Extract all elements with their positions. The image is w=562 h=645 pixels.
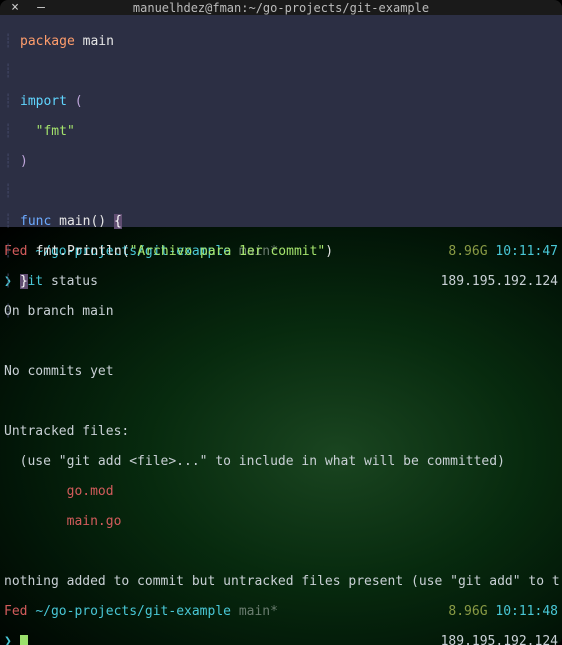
prompt-ip: 189.195.192.124	[441, 634, 558, 645]
output-line	[4, 394, 558, 409]
call-println: fmt.Println(	[36, 244, 130, 259]
ident-main: main	[83, 34, 114, 49]
brace-close: }	[20, 274, 28, 289]
terminal-cursor	[20, 635, 28, 645]
prompt-path: ~/go-projects/git-example	[35, 604, 231, 619]
output-line: main.go	[4, 514, 558, 529]
prompt-time: 10:11:48	[495, 604, 558, 619]
prompt-line: Fed ~/go-projects/git-example main* 8.96G…	[4, 604, 558, 619]
brace-open: {	[114, 214, 122, 229]
ident-func-main: main()	[59, 214, 106, 229]
output-line	[4, 544, 558, 559]
prompt-symbol: ❯	[4, 634, 12, 645]
output-line: go.mod	[4, 484, 558, 499]
string-literal: "Archivo para 1er commit"	[130, 244, 326, 259]
prompt-load: 8.96G	[448, 604, 487, 619]
keyword-func: func	[20, 214, 51, 229]
output-line: No commits yet	[4, 364, 558, 379]
paren-close: )	[20, 154, 28, 169]
keyword-package: package	[20, 34, 75, 49]
paren-open: (	[75, 94, 83, 109]
untracked-file: main.go	[67, 514, 122, 529]
untracked-file: go.mod	[67, 484, 114, 499]
keyword-import: import	[20, 94, 67, 109]
paren-close-call: )	[325, 244, 333, 259]
output-line: (use "git add <file>..." to include in w…	[4, 454, 558, 469]
prompt-branch: main*	[239, 604, 278, 619]
editor-pane[interactable]: ┊package main ┊ ┊import ( ┊ "fmt" ┊) ┊ ┊…	[0, 15, 562, 227]
prompt-host: Fed	[4, 604, 27, 619]
output-line: Untracked files:	[4, 424, 558, 439]
window-title: manuelhdez@fman:~/go-projects/git-exampl…	[0, 1, 562, 15]
titlebar[interactable]: × – manuelhdez@fman:~/go-projects/git-ex…	[0, 0, 562, 15]
string-fmt: "fmt"	[36, 124, 75, 139]
terminal-window: × – manuelhdez@fman:~/go-projects/git-ex…	[0, 0, 562, 645]
output-line: nothing added to commit but untracked fi…	[4, 574, 558, 589]
command-line[interactable]: ❯ 189.195.192.124	[4, 634, 558, 645]
